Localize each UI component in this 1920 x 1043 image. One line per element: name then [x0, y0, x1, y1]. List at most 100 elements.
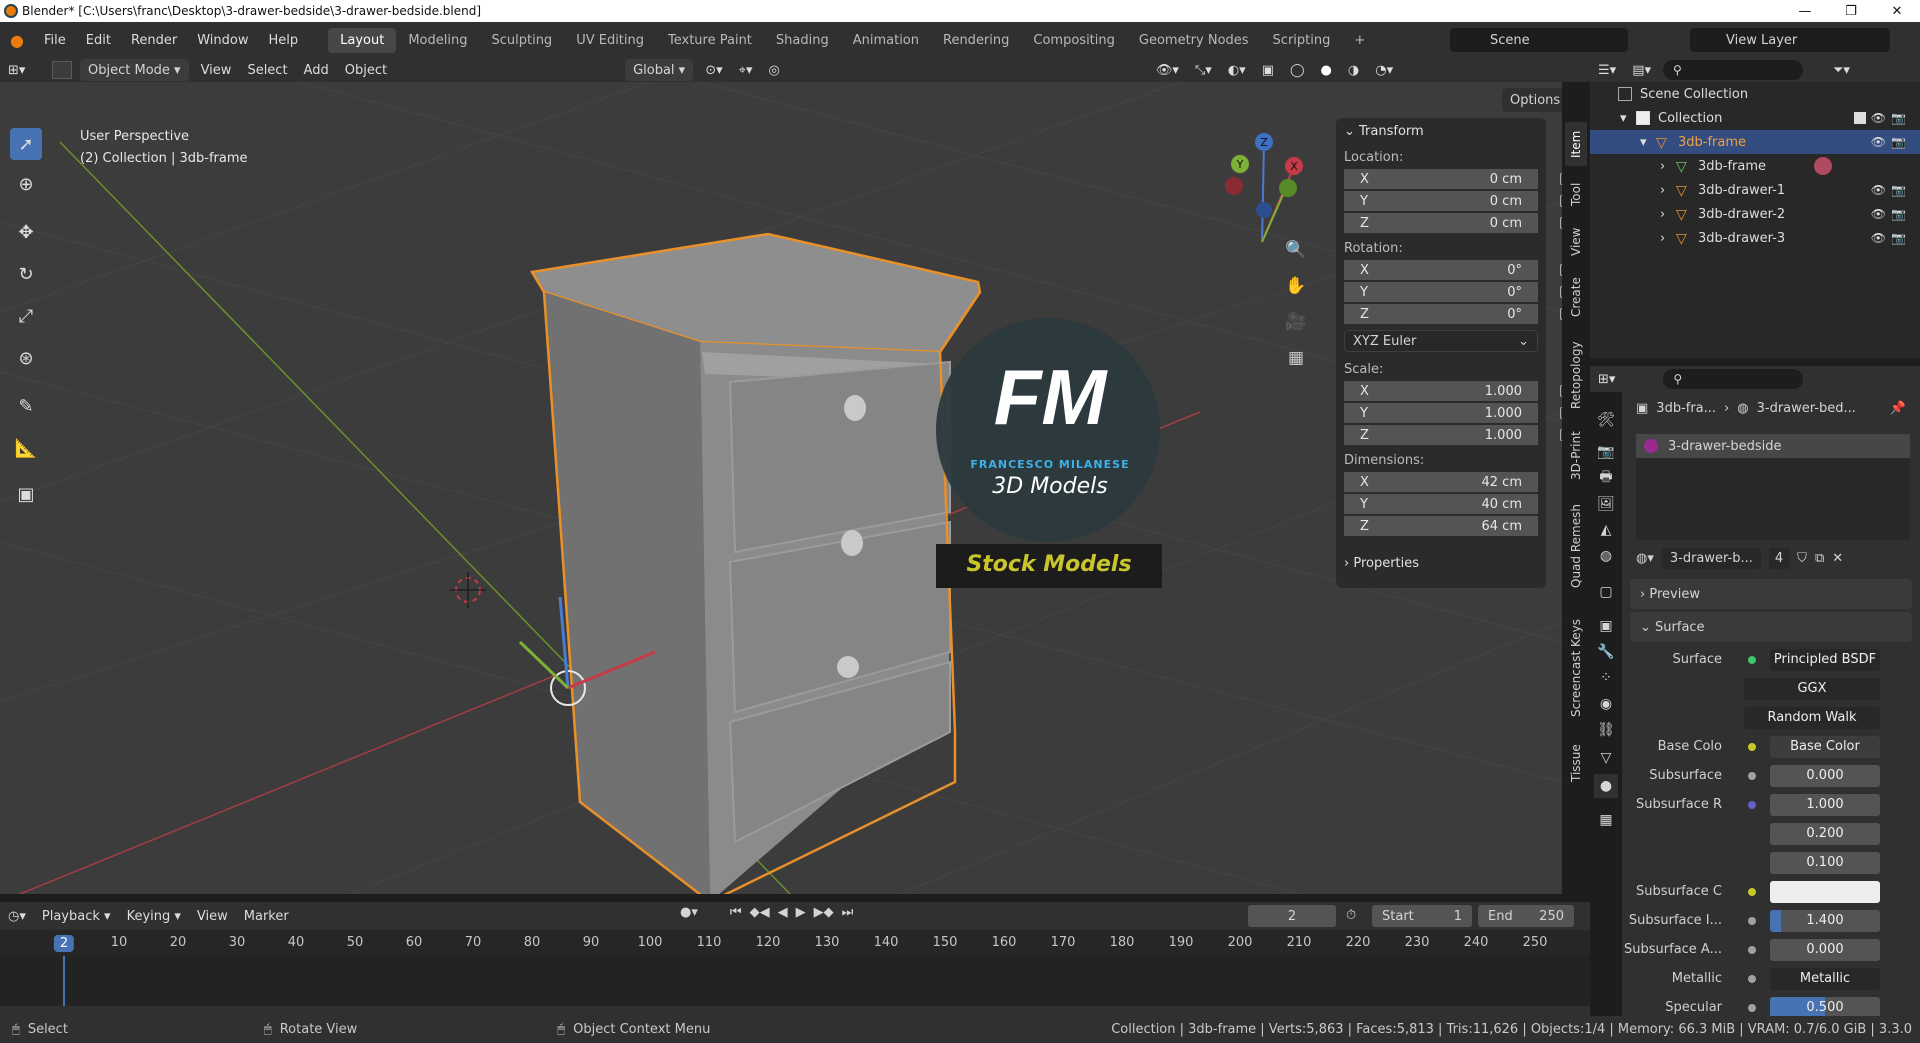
- subsurface-radius-z[interactable]: 0.100: [1770, 851, 1880, 874]
- metallic-link[interactable]: Metallic: [1770, 967, 1880, 990]
- surface-section[interactable]: ⌄ Surface: [1630, 612, 1912, 642]
- properties-panel-header[interactable]: › Properties: [1336, 550, 1546, 576]
- properties-editor-type-icon[interactable]: ⊞▾: [1590, 368, 1623, 390]
- jump-end-icon[interactable]: ⏭: [842, 905, 854, 920]
- eye-icon[interactable]: 👁: [1871, 135, 1886, 149]
- next-keyframe-icon[interactable]: ▶◆: [814, 905, 834, 920]
- stopwatch-icon[interactable]: ⏱: [1346, 908, 1356, 923]
- camera-icon[interactable]: 📷: [1891, 111, 1906, 125]
- bedside-model[interactable]: [529, 232, 982, 894]
- blender-menu-icon[interactable]: ●: [0, 31, 34, 50]
- viewport-menu-add[interactable]: Add: [296, 59, 337, 81]
- scale-z-field[interactable]: Z 1.000: [1344, 425, 1562, 447]
- modifier-tab-icon[interactable]: 🔧: [1594, 640, 1618, 664]
- eye-icon[interactable]: 👁: [1871, 111, 1886, 125]
- tab-tool[interactable]: Tool: [1565, 174, 1587, 214]
- transform-panel-header[interactable]: ⌄ Transform: [1336, 118, 1546, 144]
- dimensions-y-field[interactable]: Y 40 cm: [1344, 494, 1538, 516]
- menu-window[interactable]: Window: [187, 33, 258, 48]
- play-icon[interactable]: ▶: [796, 905, 806, 920]
- tab-retopology[interactable]: Retopology: [1565, 332, 1587, 418]
- expand-icon[interactable]: ›: [1660, 207, 1676, 222]
- timeline-menu-marker[interactable]: Marker: [236, 905, 297, 927]
- tab-3d-print[interactable]: 3D-Print: [1565, 426, 1587, 486]
- material-users-count[interactable]: 4: [1768, 547, 1790, 569]
- visibility-icon[interactable]: 👁▾: [1148, 59, 1187, 81]
- fake-user-shield-icon[interactable]: ⛉: [1797, 551, 1807, 566]
- camera-icon[interactable]: 📷: [1891, 231, 1906, 245]
- jump-start-icon[interactable]: ⏮: [730, 905, 742, 920]
- outliner-item-3db-frame[interactable]: ▾ ▽ 3db-frame 👁 📷: [1590, 130, 1920, 154]
- proportional-edit-icon[interactable]: ◎: [761, 59, 788, 81]
- subsurface-radius-y[interactable]: 0.200: [1770, 822, 1880, 845]
- start-frame-field[interactable]: Start 1: [1372, 905, 1472, 927]
- scene-tab-icon[interactable]: ◭: [1594, 518, 1618, 542]
- prev-keyframe-icon[interactable]: ◆◀: [750, 905, 770, 920]
- material-icon[interactable]: [1814, 157, 1832, 175]
- expand-icon[interactable]: ›: [1660, 231, 1676, 246]
- output-tab-icon[interactable]: 🖶: [1594, 466, 1618, 490]
- subsurface-radius-x[interactable]: 1.000: [1770, 793, 1880, 816]
- display-mode-icon[interactable]: ▤▾: [1624, 59, 1659, 81]
- menu-render[interactable]: Render: [121, 33, 187, 48]
- viewport-menu-select[interactable]: Select: [239, 59, 295, 81]
- current-frame-field[interactable]: 2: [1248, 905, 1336, 927]
- rotation-y-field[interactable]: Y 0°: [1344, 282, 1562, 304]
- select-tool-icon[interactable]: ➚: [10, 128, 42, 160]
- outliner-item-3db-frame-mesh[interactable]: › ▽ 3db-frame: [1590, 154, 1920, 178]
- distribution-dropdown[interactable]: GGX: [1744, 677, 1880, 700]
- outliner-item-3db-drawer-1[interactable]: › ▽ 3db-drawer-1 👁 📷: [1590, 178, 1920, 202]
- overlay-toggle-icon[interactable]: ◐▾: [1220, 59, 1254, 81]
- menu-edit[interactable]: Edit: [76, 33, 121, 48]
- snap-icon[interactable]: ⌖▾: [731, 59, 761, 81]
- timeline-track-area[interactable]: [0, 956, 1590, 1006]
- unlink-icon[interactable]: ✕: [1832, 551, 1843, 566]
- tab-compositing[interactable]: Compositing: [1021, 28, 1127, 53]
- shading-material-icon[interactable]: ◑: [1340, 59, 1367, 81]
- maximize-button[interactable]: ❐: [1828, 0, 1874, 22]
- duplicate-icon[interactable]: ⧉: [1815, 551, 1824, 566]
- tab-geometry-nodes[interactable]: Geometry Nodes: [1127, 28, 1261, 53]
- tab-scripting[interactable]: Scripting: [1261, 28, 1343, 53]
- shading-wireframe-icon[interactable]: ◯: [1282, 59, 1313, 81]
- close-button[interactable]: ✕: [1874, 0, 1920, 22]
- end-frame-field[interactable]: End 250: [1478, 905, 1574, 927]
- outliner-editor-type-icon[interactable]: ☰▾: [1590, 59, 1624, 81]
- physics-tab-icon[interactable]: ◉: [1594, 692, 1618, 716]
- transform-tool-icon[interactable]: ⊛: [10, 342, 42, 374]
- options-button[interactable]: Options ▾: [1502, 88, 1562, 112]
- rotation-z-field[interactable]: Z 0°: [1344, 304, 1562, 326]
- particles-tab-icon[interactable]: ⁘: [1594, 666, 1618, 690]
- cursor-tool-icon[interactable]: ⊕: [10, 168, 42, 200]
- expand-icon[interactable]: ▾: [1640, 135, 1656, 150]
- add-cube-tool-icon[interactable]: ▣: [10, 478, 42, 510]
- timeline-menu-view[interactable]: View: [189, 905, 236, 927]
- rotation-mode-dropdown[interactable]: XYZ Euler ⌄: [1344, 330, 1538, 352]
- timeline-menu-playback[interactable]: Playback ▾: [34, 905, 119, 927]
- material-tab-icon[interactable]: ●: [1594, 774, 1618, 798]
- tab-animation[interactable]: Animation: [841, 28, 931, 53]
- expand-icon[interactable]: ›: [1660, 183, 1676, 198]
- measure-tool-icon[interactable]: 📐: [10, 432, 42, 464]
- xray-icon[interactable]: ▣: [1254, 59, 1282, 81]
- tab-quad-remesh[interactable]: Quad Remesh: [1565, 494, 1587, 598]
- base-color-link[interactable]: Base Color: [1770, 735, 1880, 758]
- location-z-field[interactable]: Z 0 cm: [1344, 213, 1562, 235]
- tab-create[interactable]: Create: [1565, 270, 1587, 324]
- scale-x-field[interactable]: X 1.000: [1344, 381, 1562, 403]
- shading-rendered-icon[interactable]: ◔▾: [1367, 59, 1401, 81]
- material-browse-icon[interactable]: ◍▾: [1636, 551, 1654, 566]
- tab-shading[interactable]: Shading: [764, 28, 841, 53]
- constraints-tab-icon[interactable]: ⛓: [1594, 718, 1618, 742]
- viewport-menu-view[interactable]: View: [193, 59, 240, 81]
- view-layer-tab-icon[interactable]: 🖼: [1594, 492, 1618, 516]
- subsurface-method-dropdown[interactable]: Random Walk: [1744, 706, 1880, 729]
- outliner-search-input[interactable]: ⚲: [1663, 60, 1803, 80]
- object-tab-icon[interactable]: ▣: [1594, 614, 1618, 638]
- subsurface-ior-value[interactable]: 1.400: [1770, 909, 1880, 932]
- texture-tab-icon[interactable]: ▦: [1594, 808, 1618, 832]
- ortho-grid-icon[interactable]: ▦: [1280, 340, 1312, 376]
- eye-icon[interactable]: 👁: [1871, 231, 1886, 245]
- scale-y-field[interactable]: Y 1.000: [1344, 403, 1562, 425]
- scene-collection-row[interactable]: Scene Collection: [1590, 82, 1920, 106]
